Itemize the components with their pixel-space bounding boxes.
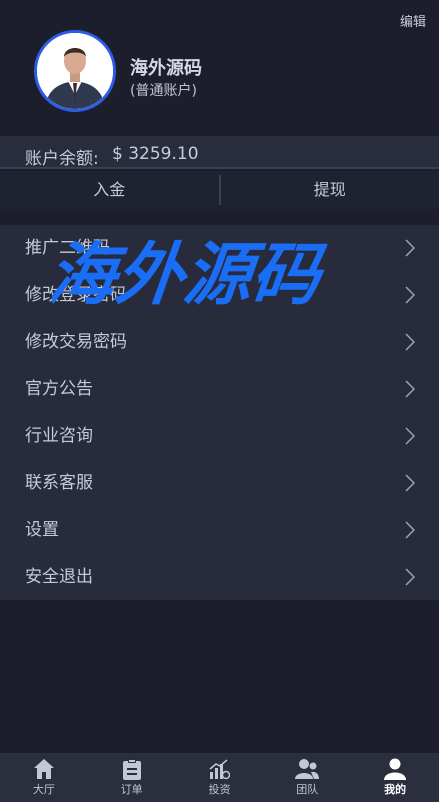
chevron-right-icon bbox=[405, 380, 415, 398]
edit-button[interactable]: 编辑 bbox=[400, 11, 426, 30]
menu-item-login-password[interactable]: 修改登录密码 bbox=[0, 272, 439, 319]
chevron-right-icon bbox=[405, 474, 415, 492]
tab-team[interactable]: 团队 bbox=[263, 753, 351, 802]
user-icon bbox=[384, 758, 407, 780]
menu-item-industry-news[interactable]: 行业咨询 bbox=[0, 413, 439, 460]
menu-item-announcements[interactable]: 官方公告 bbox=[0, 366, 439, 413]
menu-item-label: 行业咨询 bbox=[25, 426, 93, 446]
tab-invest[interactable]: 投资 bbox=[176, 753, 264, 802]
chevron-right-icon bbox=[405, 521, 415, 539]
menu-item-label: 修改交易密码 bbox=[25, 332, 127, 352]
tab-hall[interactable]: 大厅 bbox=[0, 753, 88, 802]
username: 海外源码 bbox=[130, 58, 202, 79]
balance-value: $ 3259.10 bbox=[112, 144, 199, 164]
tab-mine[interactable]: 我的 bbox=[351, 753, 439, 802]
tab-label: 团队 bbox=[296, 783, 319, 796]
chevron-right-icon bbox=[405, 286, 415, 304]
deposit-button[interactable]: 入金 bbox=[0, 171, 219, 209]
balance-actions: 入金 提现 bbox=[0, 171, 439, 209]
withdraw-button[interactable]: 提现 bbox=[221, 171, 439, 209]
chevron-right-icon bbox=[405, 568, 415, 586]
avatar[interactable] bbox=[34, 30, 116, 112]
menu-item-label: 修改登录密码 bbox=[25, 285, 127, 305]
account-type: (普通账户) bbox=[130, 83, 197, 99]
bottom-tab-bar: 大厅 订单 投资 团队 我的 bbox=[0, 753, 439, 802]
chevron-right-icon bbox=[405, 239, 415, 257]
menu-item-label: 联系客服 bbox=[25, 473, 93, 493]
chevron-right-icon bbox=[405, 333, 415, 351]
menu-item-logout[interactable]: 安全退出 bbox=[0, 554, 439, 601]
home-icon bbox=[33, 759, 54, 779]
menu-item-label: 安全退出 bbox=[25, 567, 93, 587]
balance-bar: 账户余额: $ 3259.10 bbox=[0, 136, 439, 169]
balance-label: 账户余额: bbox=[25, 149, 99, 169]
profile-header: 编辑 海外源码 (普通账户) bbox=[0, 0, 439, 136]
team-icon bbox=[295, 759, 320, 779]
menu-item-label: 设置 bbox=[25, 520, 59, 540]
menu-item-settings[interactable]: 设置 bbox=[0, 507, 439, 554]
chart-icon bbox=[210, 759, 231, 780]
tab-label: 大厅 bbox=[32, 783, 55, 796]
menu-item-qrcode[interactable]: 推广二维码 bbox=[0, 225, 439, 272]
tab-label: 投资 bbox=[208, 783, 231, 796]
menu-item-customer-service[interactable]: 联系客服 bbox=[0, 460, 439, 507]
tab-label: 我的 bbox=[384, 783, 407, 796]
clipboard-icon bbox=[122, 759, 141, 780]
menu-item-label: 推广二维码 bbox=[25, 238, 110, 258]
tab-orders[interactable]: 订单 bbox=[88, 753, 176, 802]
menu-item-trade-password[interactable]: 修改交易密码 bbox=[0, 319, 439, 366]
menu-item-label: 官方公告 bbox=[25, 379, 93, 399]
chevron-right-icon bbox=[405, 427, 415, 445]
tab-label: 订单 bbox=[120, 783, 143, 796]
settings-menu: 推广二维码 修改登录密码 修改交易密码 官方公告 行业咨询 联系客服 设置 安全… bbox=[0, 225, 439, 600]
